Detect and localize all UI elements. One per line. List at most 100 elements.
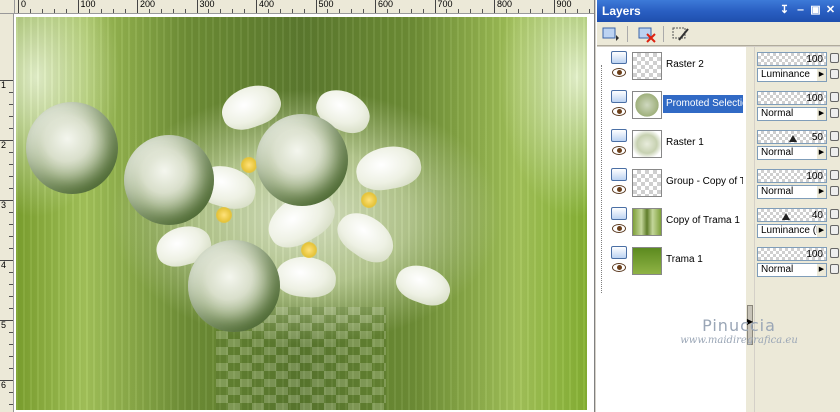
ruler-v-minor-tick (9, 236, 13, 237)
link-icon[interactable] (830, 69, 839, 79)
link-icon[interactable] (830, 108, 839, 118)
layer-name: Copy of Trama 1 (666, 215, 740, 226)
link-icon[interactable] (830, 147, 839, 157)
visibility-eye-icon[interactable] (612, 224, 626, 233)
opacity-marker[interactable] (782, 213, 790, 220)
link-icon[interactable] (830, 264, 839, 274)
ruler-v-label: 2 (0, 140, 13, 150)
layer-row-group-copy[interactable]: Group - Copy of Tr (597, 164, 745, 202)
lock-icon[interactable] (830, 53, 839, 63)
layer-name: Group - Copy of Tr (666, 176, 743, 187)
ruler-v-minor-tick (9, 104, 13, 105)
ruler-h-minor-tick (113, 9, 115, 13)
raster-layer-icon (611, 246, 627, 259)
layers-title: Layers (602, 4, 641, 18)
visibility-eye-icon[interactable] (612, 68, 626, 77)
opacity-slider[interactable]: 100 (757, 169, 827, 183)
ruler-h-label: 600 (375, 0, 393, 13)
layer-props-group-copy: 100 Normal ▶ (755, 164, 840, 202)
layer-row-raster-2[interactable]: Raster 2 (597, 47, 745, 85)
watermark-name: Pinuccia (702, 316, 776, 335)
layer-row-raster-1[interactable]: Raster 1 (597, 125, 745, 163)
lock-icon[interactable] (830, 209, 839, 219)
layer-props-copy-of-trama-1: 40 Luminance (L) ▶ (755, 203, 840, 241)
opacity-slider[interactable]: 40 (757, 208, 827, 222)
delete-layer-icon[interactable] (637, 25, 657, 43)
flower-sphere (26, 102, 118, 194)
visibility-eye-icon[interactable] (612, 185, 626, 194)
image-canvas-area[interactable]: 0 100 200 300 400 500 600 700 800 900 1 2 3 4 5 6 (0, 0, 595, 412)
flower-sphere (256, 114, 348, 206)
layer-list-scrollbar[interactable]: ▶ (746, 47, 754, 412)
visibility-eye-icon[interactable] (612, 263, 626, 272)
ruler-v-minor-tick (9, 308, 13, 309)
raster-layer-icon (611, 51, 627, 64)
ruler-h-minor-tick (351, 9, 353, 13)
lock-icon[interactable] (830, 131, 839, 141)
restore-icon[interactable]: ▣ (808, 3, 823, 18)
dropdown-arrow-icon[interactable]: ▶ (817, 225, 826, 237)
horizontal-ruler[interactable]: 0 100 200 300 400 500 600 700 800 900 (15, 0, 594, 14)
ruler-h-minor-tick (422, 9, 424, 13)
layer-thumbnail (632, 91, 662, 119)
dropdown-arrow-icon[interactable]: ▶ (817, 69, 826, 81)
layer-thumbnail (632, 52, 662, 80)
link-icon[interactable] (830, 186, 839, 196)
opacity-slider[interactable]: 100 (757, 91, 827, 105)
layers-titlebar[interactable]: Layers ↧ ‒ ▣ ✕ (597, 0, 840, 22)
opacity-slider[interactable]: 100 (757, 52, 827, 66)
opacity-marker[interactable] (789, 135, 797, 142)
ruler-h-minor-tick (160, 9, 162, 13)
layer-row-promoted-selection[interactable]: Promoted Selection (597, 86, 745, 124)
layer-row-trama-1[interactable]: Trama 1 (597, 242, 745, 280)
opacity-slider[interactable]: 100 (757, 247, 827, 261)
layer-thumbnail (632, 208, 662, 236)
layer-properties-column: 100 Luminance ▶ 100 Normal ▶ 50 Normal ▶ (755, 47, 840, 412)
opacity-slider[interactable]: 50 (757, 130, 827, 144)
dropdown-arrow-icon[interactable]: ▶ (817, 186, 826, 198)
visibility-eye-icon[interactable] (612, 107, 626, 116)
ruler-v-minor-tick (9, 392, 13, 393)
dropdown-arrow-icon[interactable]: ▶ (817, 264, 826, 276)
layer-row-copy-of-trama-1[interactable]: Copy of Trama 1 (597, 203, 745, 241)
visibility-eye-icon[interactable] (612, 146, 626, 155)
ruler-v-minor-tick (9, 272, 13, 273)
ruler-h-minor-tick (41, 9, 43, 13)
ruler-v-minor-tick (9, 212, 13, 213)
layer-thumbnail (632, 169, 662, 197)
ruler-h-minor-tick (303, 9, 305, 13)
ruler-h-label: 800 (494, 0, 512, 13)
dropdown-arrow-icon[interactable]: ▶ (817, 108, 826, 120)
ruler-v-minor-tick (9, 176, 13, 177)
ruler-h-minor-tick (505, 9, 507, 13)
lock-icon[interactable] (830, 170, 839, 180)
ruler-h-minor-tick (541, 9, 543, 13)
ruler-v-label: 3 (0, 200, 13, 210)
edit-layer-icon[interactable] (671, 25, 691, 43)
ruler-h-minor-tick (589, 9, 591, 13)
image-document[interactable] (16, 17, 587, 410)
layer-thumbnail (632, 247, 662, 275)
vertical-ruler[interactable]: 1 2 3 4 5 6 (0, 14, 14, 412)
ruler-v-minor-tick (9, 248, 13, 249)
ruler-h-label: 100 (77, 0, 96, 13)
pin-icon[interactable]: ↧ (777, 3, 792, 18)
layer-props-trama-1: 100 Normal ▶ (755, 242, 840, 280)
ruler-h-minor-tick (148, 9, 150, 13)
link-icon[interactable] (830, 225, 839, 235)
ruler-h-minor-tick (398, 9, 400, 13)
layers-toolbar (597, 22, 840, 46)
flower-center (216, 207, 232, 223)
lock-icon[interactable] (830, 92, 839, 102)
ruler-h-label: 400 (256, 0, 274, 13)
dropdown-arrow-icon[interactable]: ▶ (817, 147, 826, 159)
ruler-h-minor-tick (339, 9, 341, 13)
ruler-v-minor-tick (9, 164, 13, 165)
lock-icon[interactable] (830, 248, 839, 258)
ruler-h-minor-tick (244, 9, 246, 13)
ruler-h-minor-tick (184, 9, 186, 13)
close-icon[interactable]: ✕ (823, 3, 838, 18)
ruler-h-minor-tick (446, 9, 448, 13)
minimize-icon[interactable]: ‒ (793, 3, 808, 18)
new-layer-icon[interactable] (601, 25, 621, 43)
